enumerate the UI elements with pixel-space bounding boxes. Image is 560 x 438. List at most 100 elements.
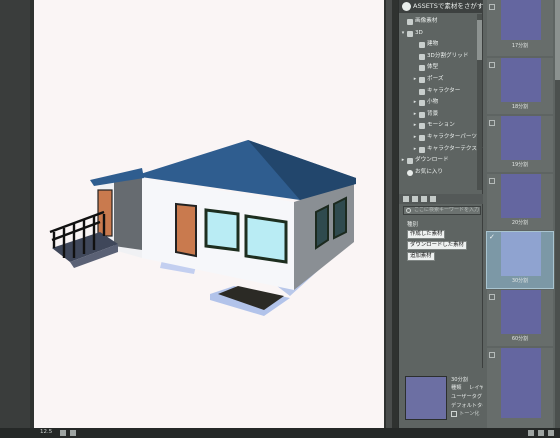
filter-added-button[interactable]: 追加素材	[407, 252, 435, 261]
grid-view-icon[interactable]	[412, 196, 418, 202]
tree-arrow[interactable]: ▾	[400, 28, 406, 40]
tile-checkbox[interactable]	[489, 294, 495, 300]
selected-material-thumbnail	[405, 376, 447, 420]
tile-label: 18分割	[511, 104, 529, 110]
tree-arrow[interactable]: ▸	[412, 109, 418, 121]
tree-item-body-type[interactable]: 体型	[399, 62, 483, 74]
tile-thumbnail	[501, 58, 541, 102]
panel-menu-icon[interactable]	[548, 430, 554, 436]
folder-icon	[407, 30, 413, 37]
app-window: ASSETSで素材をさがす 画像素材 ▾ 3D 建物 3D分割グリッド 体型 ▸ ポ…	[0, 0, 560, 438]
canvas-area[interactable]	[30, 0, 398, 428]
material-type-label: 種類	[451, 385, 462, 391]
tile-label: 17分割	[511, 43, 529, 49]
front-door	[175, 202, 197, 258]
tree-item-3d-grid[interactable]: 3D分割グリッド	[399, 51, 483, 63]
tile-checkbox[interactable]	[489, 352, 495, 358]
tree-item-label: キャラクター	[427, 87, 461, 94]
tree-item-character[interactable]: キャラクター	[399, 86, 483, 98]
tree-item-label: 背景	[427, 110, 439, 117]
tag-icon[interactable]	[421, 196, 427, 202]
tone-checkbox[interactable]	[451, 411, 457, 417]
canvas-paper[interactable]	[34, 0, 384, 428]
tree-item-label: 体型	[427, 64, 439, 71]
zoom-in-icon[interactable]	[70, 430, 76, 436]
material-grid: 17分割 18分割 19分割 20分割 ✓ 30分割 60分割	[483, 0, 560, 428]
heart-icon	[407, 169, 413, 176]
props-icon	[419, 100, 425, 107]
tile-thumbnail	[501, 290, 541, 334]
assets-panel-title[interactable]: ASSETSで素材をさがす	[399, 0, 483, 13]
tree-item-3d[interactable]: ▾ 3D	[399, 28, 483, 40]
tree-item-label: 3D分割グリッド	[427, 52, 469, 59]
tree-item-character-parts[interactable]: ▸ キャラクターパーツ	[399, 132, 483, 144]
status-bar: 12.5	[0, 428, 560, 438]
tree-item-label: 小物	[427, 99, 439, 106]
assets-logo-icon	[402, 2, 411, 11]
tree-item-background[interactable]: ▸ 背景	[399, 109, 483, 121]
grid-scroll-thumb[interactable]	[555, 0, 560, 80]
filter-downloaded-button[interactable]: ダウンロードした素材	[407, 241, 467, 250]
grid-scrollbar[interactable]	[555, 0, 560, 428]
tree-item-image-material[interactable]: 画像素材	[399, 16, 483, 28]
tree-scroll-thumb[interactable]	[477, 20, 482, 60]
material-tile[interactable]: 20分割	[487, 174, 553, 230]
tile-checkbox[interactable]	[489, 178, 495, 184]
tree-item-pose[interactable]: ▸ ポーズ	[399, 74, 483, 86]
menu-icon[interactable]	[430, 196, 436, 202]
zoom-out-icon[interactable]	[60, 430, 66, 436]
pose-icon	[419, 76, 425, 83]
tile-thumbnail	[501, 0, 541, 40]
panel-layout-icon[interactable]	[538, 430, 544, 436]
folder-icon	[419, 42, 425, 49]
search-input[interactable]: ここに検索キーワードを入力	[403, 206, 481, 215]
tree-item-building[interactable]: 建物	[399, 39, 483, 51]
search-icon	[406, 208, 411, 213]
tree-arrow[interactable]: ▸	[412, 97, 418, 109]
tree-item-download[interactable]: ▸ ダウンロード	[399, 155, 483, 167]
search-placeholder: ここに検索キーワードを入力	[414, 207, 480, 213]
tree-arrow[interactable]: ▸	[412, 144, 418, 156]
tree-item-motion[interactable]: ▸ モーション	[399, 120, 483, 132]
parts-icon	[419, 134, 425, 141]
background-icon	[419, 111, 425, 118]
zoom-level[interactable]: 12.5	[40, 429, 52, 435]
wing-wall-dark	[114, 176, 142, 250]
canvas-scrollbar[interactable]	[386, 0, 392, 428]
tree-arrow[interactable]: ▸	[400, 155, 406, 167]
material-tile[interactable]: 60分割	[487, 290, 553, 346]
tree-arrow[interactable]: ▸	[412, 74, 418, 86]
character-icon	[419, 88, 425, 95]
list-view-icon[interactable]	[403, 196, 409, 202]
material-info: 30分割 種類 レイヤー ユーザータグ デフォルトタグ トーン化	[399, 368, 490, 428]
material-tile[interactable]	[487, 348, 553, 428]
filter-created-button[interactable]: 作成した素材	[407, 230, 446, 239]
tree-item-props[interactable]: ▸ 小物	[399, 97, 483, 109]
tree-item-label: お気に入り	[415, 168, 443, 175]
checkmark-icon[interactable]: ✓	[489, 233, 495, 241]
material-tile-selected[interactable]: ✓ 30分割	[486, 231, 554, 289]
tree-arrow[interactable]: ▸	[412, 120, 418, 132]
folder-icon	[407, 19, 413, 25]
material-tile[interactable]: 19分割	[487, 116, 553, 172]
default-tag-label: デフォルトタグ	[451, 403, 488, 409]
material-tree: 画像素材 ▾ 3D 建物 3D分割グリッド 体型 ▸ ポーズ キャラクター ▸ 小物 …	[399, 16, 483, 178]
window-front-1	[204, 208, 240, 252]
tile-thumbnail	[501, 232, 541, 276]
tree-arrow[interactable]: ▸	[412, 132, 418, 144]
house-3d-model[interactable]	[34, 0, 384, 428]
tree-item-favorites[interactable]: お気に入り	[399, 167, 483, 179]
material-tile[interactable]: 17分割	[487, 0, 553, 56]
panel-toggle-icon[interactable]	[528, 430, 534, 436]
tile-thumbnail	[501, 174, 541, 218]
tile-checkbox[interactable]	[489, 120, 495, 126]
body-icon	[419, 65, 425, 72]
tree-scrollbar[interactable]	[477, 14, 482, 190]
material-tile[interactable]: 18分割	[487, 58, 553, 114]
tile-label: 60分割	[511, 336, 529, 342]
tile-label: 30分割	[511, 278, 529, 284]
tree-item-character-texture[interactable]: ▸ キャラクターテクスチャ	[399, 144, 483, 156]
tile-thumbnail	[501, 116, 541, 160]
tile-checkbox[interactable]	[489, 4, 495, 10]
tile-checkbox[interactable]	[489, 62, 495, 68]
